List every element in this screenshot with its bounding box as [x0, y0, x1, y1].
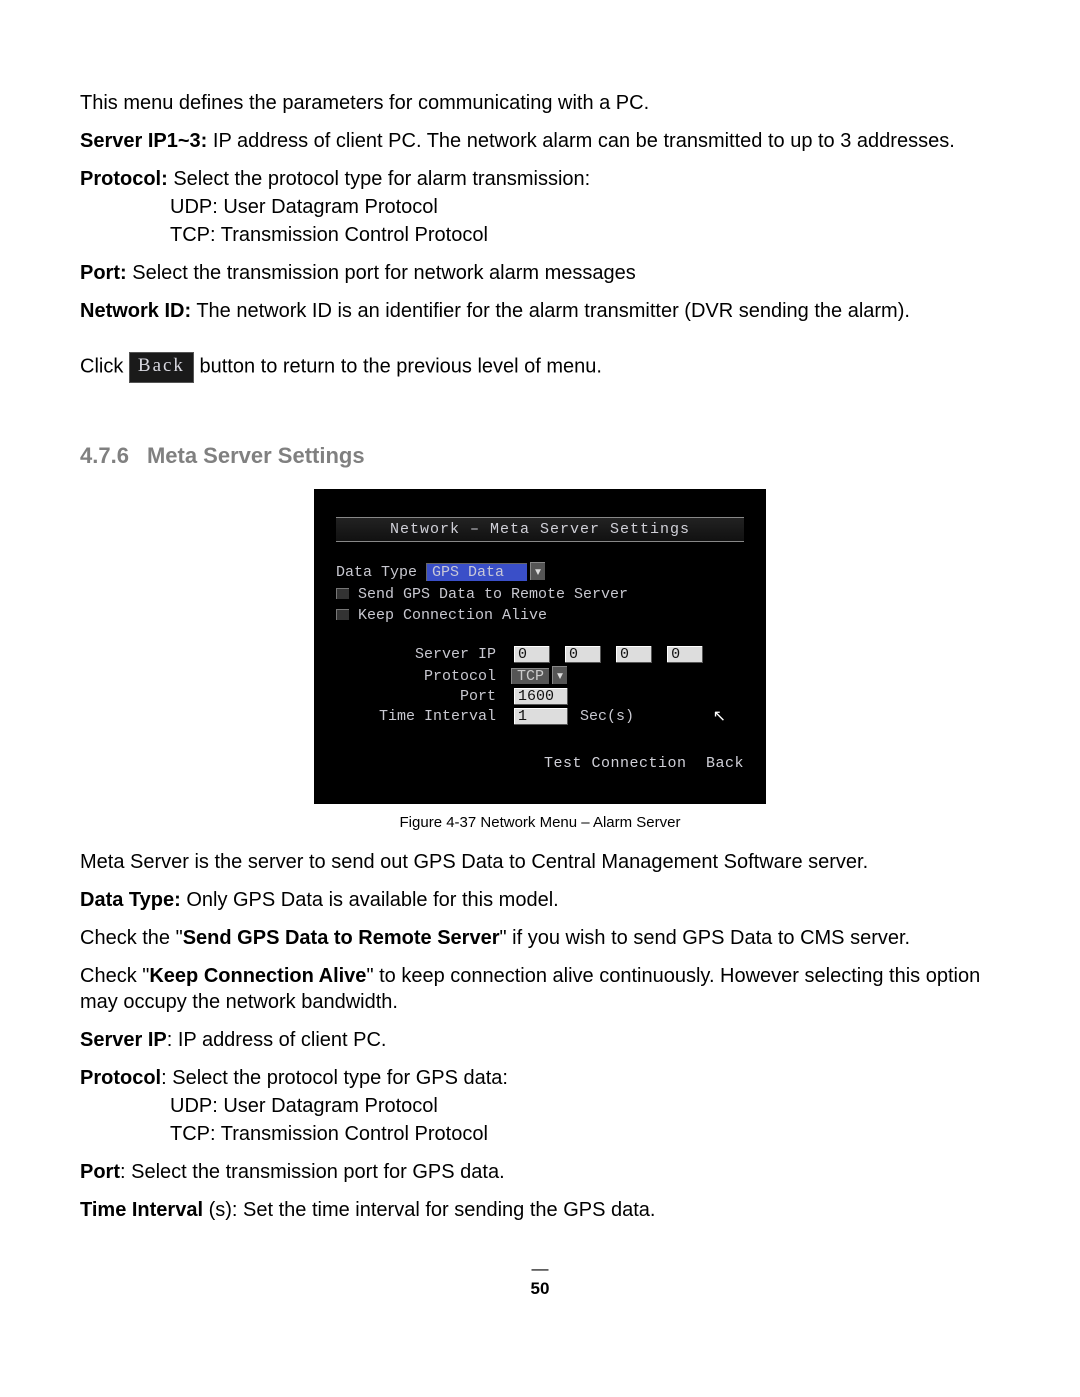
- protocol-udp-line: UDP: User Datagram Protocol: [170, 194, 1000, 220]
- dvr-ip-oct3[interactable]: 0: [616, 646, 652, 663]
- server-ip-label: Server IP1~3:: [80, 130, 207, 152]
- time-interval-text: (s): Set the time interval for sending t…: [203, 1199, 655, 1221]
- check-send-gps-paragraph: Check the "Send GPS Data to Remote Serve…: [80, 925, 1000, 951]
- network-id-text: The network ID is an identifier for the …: [191, 300, 910, 322]
- dvr-send-gps-label: Send GPS Data to Remote Server: [358, 586, 628, 603]
- server-ip-text: IP address of client PC. The network ala…: [207, 130, 954, 152]
- dvr-interval-unit: Sec(s): [580, 708, 634, 725]
- server-ip2-paragraph: Server IP: IP address of client PC.: [80, 1027, 1000, 1053]
- data-type-text: Only GPS Data is available for this mode…: [181, 889, 559, 911]
- section-number: 4.7.6: [80, 443, 129, 468]
- dvr-footer: Test Connection Back: [336, 755, 744, 772]
- page-number-value: 50: [531, 1279, 550, 1298]
- protocol-text: Select the protocol type for alarm trans…: [168, 168, 590, 190]
- dvr-back-button[interactable]: Back: [706, 755, 744, 772]
- port2-text: : Select the transmission port for GPS d…: [120, 1161, 505, 1183]
- meta-server-desc: Meta Server is the server to send out GP…: [80, 849, 1000, 875]
- check1-bold: Send GPS Data to Remote Server: [183, 927, 500, 949]
- dropdown-arrow-icon[interactable]: ▾: [530, 562, 546, 581]
- dvr-ip-oct4[interactable]: 0: [667, 646, 703, 663]
- dvr-data-type-select[interactable]: GPS Data: [426, 563, 528, 582]
- click-text-after: button to return to the previous level o…: [200, 356, 602, 378]
- port-paragraph: Port: Select the transmission port for n…: [80, 260, 1000, 286]
- port-text: Select the transmission port for network…: [127, 262, 636, 284]
- protocol-paragraph: Protocol: Select the protocol type for a…: [80, 166, 1000, 192]
- check-keep-alive-paragraph: Check "Keep Connection Alive" to keep co…: [80, 963, 1000, 1015]
- document-page: This menu defines the parameters for com…: [0, 0, 1080, 1339]
- server-ip2-label: Server IP: [80, 1029, 167, 1051]
- dropdown-arrow-icon[interactable]: ▾: [552, 666, 568, 685]
- protocol2-paragraph: Protocol: Select the protocol type for G…: [80, 1065, 1000, 1091]
- port2-paragraph: Port: Select the transmission port for G…: [80, 1159, 1000, 1185]
- dvr-screenshot: Network – Meta Server Settings Data Type…: [314, 489, 766, 804]
- server-ip2-text: : IP address of client PC.: [167, 1029, 387, 1051]
- dvr-port-input[interactable]: 1600: [514, 688, 568, 705]
- section-heading: 4.7.6 Meta Server Settings: [80, 443, 1000, 469]
- time-interval-paragraph: Time Interval (s): Set the time interval…: [80, 1197, 1000, 1223]
- dvr-port-row: Port 1600: [336, 688, 744, 705]
- dvr-protocol-label: Protocol: [336, 668, 496, 685]
- port-label: Port:: [80, 262, 127, 284]
- dvr-data-type-label: Data Type: [336, 564, 417, 581]
- section-title: Meta Server Settings: [147, 443, 365, 468]
- protocol2-tcp-line: TCP: Transmission Control Protocol: [170, 1121, 1000, 1147]
- network-id-paragraph: Network ID: The network ID is an identif…: [80, 298, 1000, 324]
- dvr-interval-input[interactable]: 1: [514, 708, 568, 725]
- protocol-tcp-line: TCP: Transmission Control Protocol: [170, 222, 1000, 248]
- dvr-data-type-row: Data Type GPS Data▾: [336, 562, 744, 582]
- dvr-protocol-select[interactable]: TCP: [511, 668, 550, 685]
- dvr-title-bar: Network – Meta Server Settings: [336, 517, 744, 542]
- dvr-send-gps-checkbox[interactable]: [336, 588, 350, 600]
- data-type-label: Data Type:: [80, 889, 181, 911]
- dvr-send-gps-row: Send GPS Data to Remote Server: [336, 586, 744, 603]
- time-interval-label: Time Interval: [80, 1199, 203, 1221]
- dvr-keep-alive-row: Keep Connection Alive: [336, 607, 744, 624]
- click-back-paragraph: Click Back button to return to the previ…: [80, 352, 1000, 383]
- intro-paragraph: This menu defines the parameters for com…: [80, 90, 1000, 116]
- figure-container: Network – Meta Server Settings Data Type…: [80, 489, 1000, 831]
- dvr-ip-oct2[interactable]: 0: [565, 646, 601, 663]
- dvr-keep-alive-checkbox[interactable]: [336, 609, 350, 621]
- back-button-inline[interactable]: Back: [129, 352, 194, 383]
- check2-bold: Keep Connection Alive: [149, 965, 366, 987]
- network-id-label: Network ID:: [80, 300, 191, 322]
- data-type-paragraph: Data Type: Only GPS Data is available fo…: [80, 887, 1000, 913]
- server-ip-paragraph: Server IP1~3: IP address of client PC. T…: [80, 128, 1000, 154]
- page-number: — 50: [80, 1259, 1000, 1299]
- check1-after: " if you wish to send GPS Data to CMS se…: [500, 927, 911, 949]
- protocol2-label: Protocol: [80, 1067, 161, 1089]
- click-text-before: Click: [80, 356, 129, 378]
- protocol2-udp-line: UDP: User Datagram Protocol: [170, 1093, 1000, 1119]
- check2-before: Check ": [80, 965, 149, 987]
- dvr-server-ip-row: Server IP 0 0 0 0: [336, 646, 744, 663]
- figure-caption: Figure 4-37 Network Menu – Alarm Server: [80, 814, 1000, 831]
- dvr-interval-row: Time Interval 1 Sec(s): [336, 708, 744, 725]
- dvr-port-label: Port: [336, 688, 496, 705]
- dvr-keep-alive-label: Keep Connection Alive: [358, 607, 547, 624]
- port2-label: Port: [80, 1161, 120, 1183]
- dvr-interval-label: Time Interval: [336, 708, 496, 725]
- protocol2-text: : Select the protocol type for GPS data:: [161, 1067, 508, 1089]
- dvr-ip-oct1[interactable]: 0: [514, 646, 550, 663]
- protocol-label: Protocol:: [80, 168, 168, 190]
- dvr-protocol-row: Protocol TCP▾: [336, 666, 744, 685]
- dvr-test-connection-button[interactable]: Test Connection: [544, 755, 687, 772]
- check1-before: Check the ": [80, 927, 183, 949]
- dvr-server-ip-label: Server IP: [336, 646, 496, 663]
- cursor-icon: ↖: [713, 706, 726, 726]
